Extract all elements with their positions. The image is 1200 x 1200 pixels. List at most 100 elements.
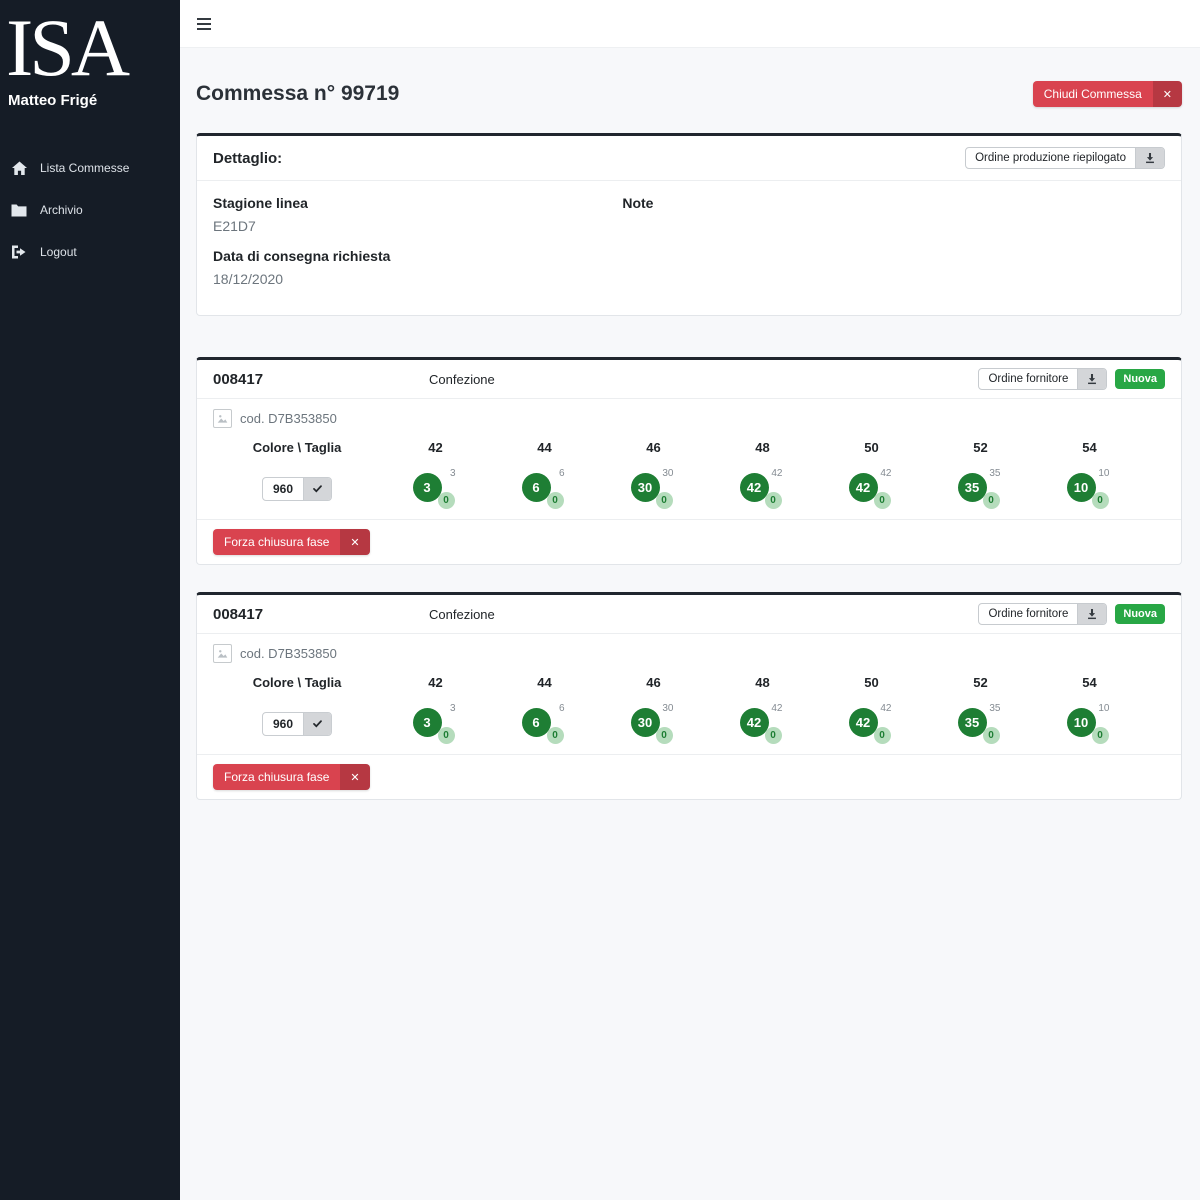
app-logo: ISA: [0, 0, 180, 88]
qty-widget: 42 42 0: [849, 468, 895, 509]
sidebar-item-label: Archivio: [40, 203, 83, 217]
qty-cell: 10 10 0: [1035, 703, 1144, 744]
qty-badge[interactable]: 6: [522, 708, 551, 737]
forza-chiusura-label[interactable]: Forza chiusura fase: [213, 764, 340, 790]
size-header: 44: [490, 675, 599, 690]
phase-code: 008417: [213, 606, 429, 623]
color-code[interactable]: 960: [263, 478, 303, 500]
detail-card-title: Dettaglio:: [213, 150, 282, 167]
item-code-row: cod. D7B353850: [213, 409, 1165, 428]
ordine-produzione-button[interactable]: Ordine produzione riepilogato: [965, 147, 1165, 169]
qty-done-badge: 0: [547, 492, 564, 509]
qty-total: 42: [771, 703, 782, 714]
qty-badge[interactable]: 42: [849, 708, 878, 737]
qty-badge[interactable]: 42: [740, 473, 769, 502]
file-image-icon[interactable]: [213, 644, 232, 663]
phase-actions: Ordine fornitore Nuova: [978, 603, 1165, 625]
phase-code: 008417: [213, 371, 429, 388]
color-select[interactable]: 960: [262, 477, 332, 501]
phase-card: 008417 Confezione Ordine fornitore Nuova: [196, 592, 1182, 800]
qty-total: 3: [450, 703, 456, 714]
color-row: 960 3 3 0: [213, 703, 1165, 744]
status-badge[interactable]: Nuova: [1115, 369, 1165, 389]
page-title: Commessa n° 99719: [196, 82, 399, 106]
qty-badge[interactable]: 42: [740, 708, 769, 737]
qty-badge[interactable]: 3: [413, 708, 442, 737]
sidebar: ISA Matteo Frigé Lista Commesse Archivio…: [0, 0, 180, 1200]
qty-total: 3: [450, 468, 456, 479]
close-icon[interactable]: ✕: [340, 764, 369, 790]
qty-widget: 6 6 0: [522, 468, 568, 509]
ordine-fornitore-button[interactable]: Ordine fornitore: [978, 603, 1107, 625]
forza-chiusura-button[interactable]: Forza chiusura fase ✕: [213, 764, 370, 790]
sidebar-item-lista-commesse[interactable]: Lista Commesse: [0, 147, 180, 189]
item-code: cod. D7B353850: [240, 646, 337, 661]
item-code: cod. D7B353850: [240, 411, 337, 426]
stagione-field: Stagione linea E21D7: [213, 195, 622, 234]
qty-done-badge: 0: [874, 492, 891, 509]
download-icon[interactable]: [1077, 369, 1106, 389]
qty-badge[interactable]: 35: [958, 473, 987, 502]
qty-badge[interactable]: 42: [849, 473, 878, 502]
size-header: 52: [926, 440, 1035, 455]
chiudi-commessa-label[interactable]: Chiudi Commessa: [1033, 81, 1153, 107]
logout-icon: [10, 244, 28, 260]
size-header: 50: [817, 675, 926, 690]
size-header: 42: [381, 675, 490, 690]
corner-label: Colore \ Taglia: [213, 440, 381, 455]
qty-badge[interactable]: 6: [522, 473, 551, 502]
forza-chiusura-label[interactable]: Forza chiusura fase: [213, 529, 340, 555]
chiudi-commessa-button[interactable]: Chiudi Commessa ✕: [1033, 81, 1182, 107]
check-icon[interactable]: [303, 478, 331, 500]
qty-cell: 30 30 0: [599, 468, 708, 509]
close-icon[interactable]: ✕: [1153, 81, 1182, 107]
note-label: Note: [622, 195, 1165, 211]
phase-name: Confezione: [429, 607, 978, 622]
qty-cell: 42 42 0: [708, 703, 817, 744]
color-select[interactable]: 960: [262, 712, 332, 736]
qty-total: 10: [1098, 703, 1109, 714]
qty-cell: 42 42 0: [708, 468, 817, 509]
menu-icon[interactable]: [197, 18, 211, 30]
color-cell: 960: [213, 712, 381, 736]
status-badge[interactable]: Nuova: [1115, 604, 1165, 624]
file-image-icon[interactable]: [213, 409, 232, 428]
check-icon[interactable]: [303, 713, 331, 735]
ordine-produzione-label[interactable]: Ordine produzione riepilogato: [966, 148, 1135, 168]
qty-total: 30: [662, 468, 673, 479]
ordine-fornitore-button[interactable]: Ordine fornitore: [978, 368, 1107, 390]
phase-actions: Ordine fornitore Nuova: [978, 368, 1165, 390]
qty-widget: 42 42 0: [740, 703, 786, 744]
qty-badge[interactable]: 3: [413, 473, 442, 502]
qty-cell: 6 6 0: [490, 703, 599, 744]
size-header: 44: [490, 440, 599, 455]
download-icon[interactable]: [1077, 604, 1106, 624]
qty-cell: 10 10 0: [1035, 468, 1144, 509]
phase-card-body: cod. D7B353850 Colore \ Taglia 42 44 46 …: [197, 399, 1181, 519]
detail-card-body: Stagione linea E21D7 Note Data di conseg…: [197, 181, 1181, 315]
qty-badge[interactable]: 35: [958, 708, 987, 737]
qty-badge[interactable]: 30: [631, 708, 660, 737]
qty-cell: 35 35 0: [926, 703, 1035, 744]
download-icon[interactable]: [1135, 148, 1164, 168]
color-code[interactable]: 960: [263, 713, 303, 735]
qty-cell: 35 35 0: [926, 468, 1035, 509]
sidebar-item-logout[interactable]: Logout: [0, 231, 180, 273]
qty-total: 10: [1098, 468, 1109, 479]
sidebar-item-archivio[interactable]: Archivio: [0, 189, 180, 231]
main-area: Commessa n° 99719 Chiudi Commessa ✕ Dett…: [180, 0, 1200, 1200]
stagione-value: E21D7: [213, 218, 622, 234]
ordine-fornitore-label[interactable]: Ordine fornitore: [979, 604, 1077, 624]
detail-card: Dettaglio: Ordine produzione riepilogato…: [196, 133, 1182, 316]
close-icon[interactable]: ✕: [340, 529, 369, 555]
user-name: Matteo Frigé: [0, 88, 180, 109]
ordine-fornitore-label[interactable]: Ordine fornitore: [979, 369, 1077, 389]
forza-chiusura-button[interactable]: Forza chiusura fase ✕: [213, 529, 370, 555]
qty-total: 35: [989, 703, 1000, 714]
qty-badge[interactable]: 10: [1067, 708, 1096, 737]
qty-badge[interactable]: 10: [1067, 473, 1096, 502]
qty-total: 42: [880, 703, 891, 714]
qty-badge[interactable]: 30: [631, 473, 660, 502]
phase-card-header: 008417 Confezione Ordine fornitore Nuova: [197, 595, 1181, 634]
size-header: 50: [817, 440, 926, 455]
